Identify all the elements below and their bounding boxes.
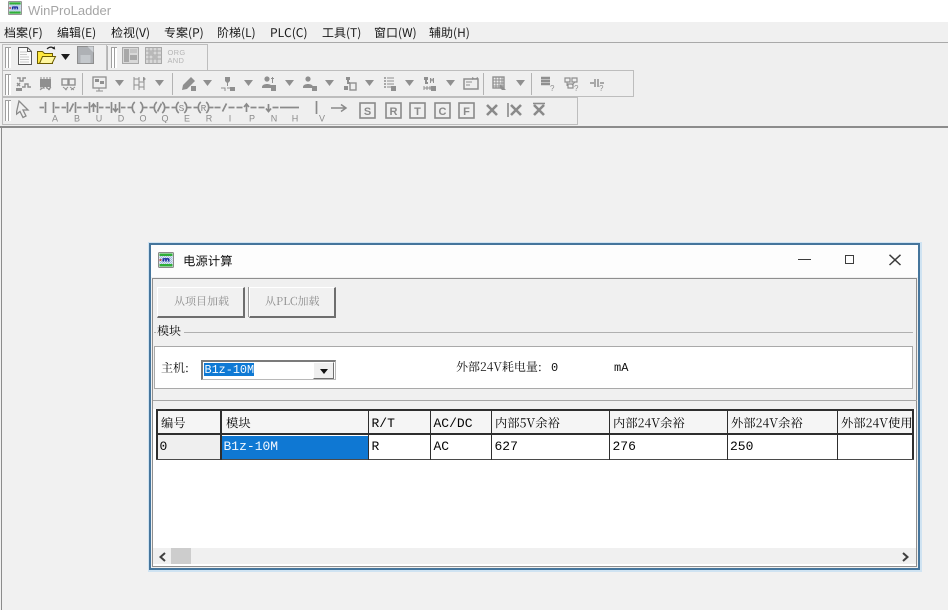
svg-text:A: A: [51, 114, 57, 124]
svg-text:D: D: [117, 114, 124, 124]
svg-text:U: U: [95, 114, 102, 124]
svg-text:H: H: [291, 114, 298, 124]
svg-text:Q: Q: [161, 114, 168, 124]
svg-text:F: F: [463, 106, 470, 118]
svg-text:I: I: [229, 114, 232, 124]
svg-text:B: B: [73, 114, 79, 124]
svg-text:C: C: [438, 106, 446, 118]
svg-text:S: S: [178, 103, 184, 114]
svg-text:?: ?: [599, 84, 604, 93]
svg-text:E: E: [183, 114, 189, 124]
svg-text:R: R: [389, 106, 397, 118]
svg-text:?: ?: [550, 84, 555, 93]
svg-text:S: S: [364, 106, 371, 118]
svg-text:R: R: [205, 114, 212, 124]
svg-text:R: R: [200, 103, 206, 114]
svg-text:V: V: [319, 114, 325, 124]
svg-text:?: ?: [574, 84, 579, 93]
svg-text:P: P: [249, 114, 255, 124]
svg-text:N: N: [271, 114, 278, 124]
svg-text:O: O: [139, 114, 146, 124]
svg-text:T: T: [414, 106, 421, 118]
